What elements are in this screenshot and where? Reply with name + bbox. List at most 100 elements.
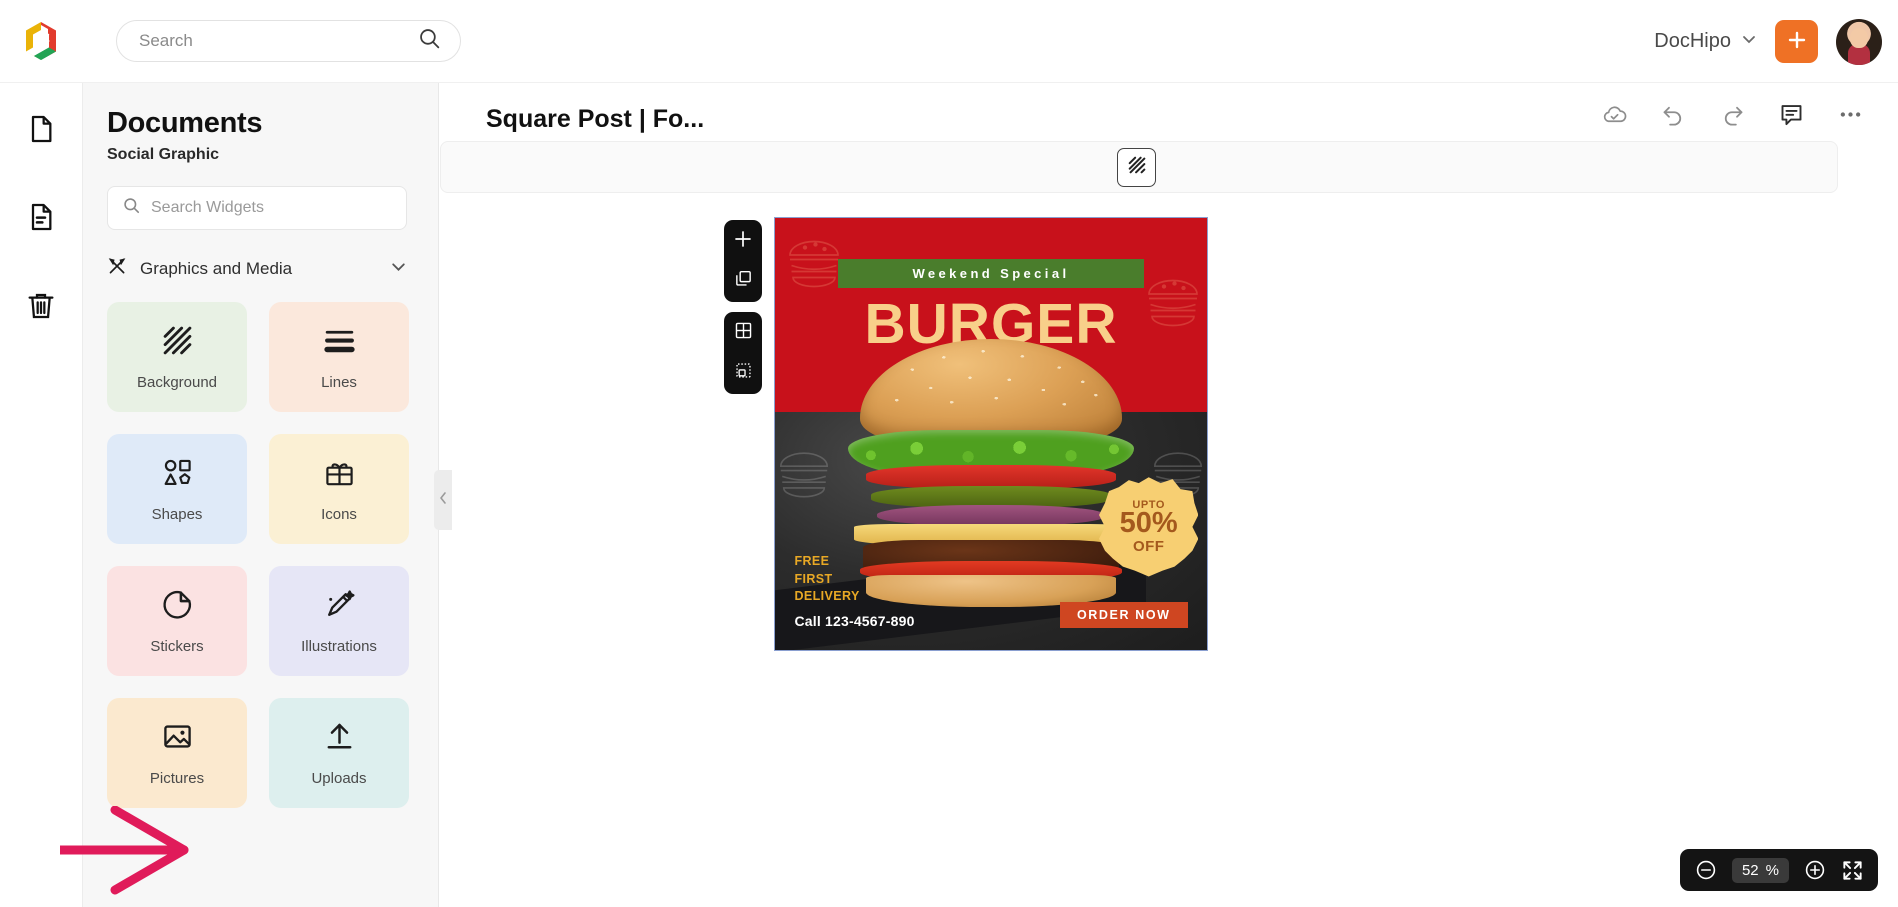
widget-search[interactable] (107, 186, 407, 230)
burger-watermark-icon (780, 452, 828, 498)
trash-icon (25, 289, 57, 326)
context-toolbar (440, 141, 1838, 193)
widget-grid: Background Lines Shapes Icons Stickers I… (107, 302, 409, 808)
widget-tile-label: Stickers (150, 637, 204, 655)
undo-icon[interactable] (1660, 101, 1687, 128)
panel-collapse-handle[interactable] (434, 470, 452, 530)
copy-icon (734, 269, 753, 293)
weekend-special-badge: Weekend Special (837, 259, 1145, 288)
page-title: Documents (107, 107, 263, 139)
widget-tile-stickers[interactable]: Stickers (107, 566, 247, 676)
call-text: Call 123-4567-890 (794, 613, 915, 630)
widget-tile-background[interactable]: Background (107, 302, 247, 412)
fit-to-screen-button[interactable] (1841, 859, 1864, 882)
widget-tile-label: Background (136, 373, 218, 391)
page-tools-group-add (724, 220, 762, 302)
sidebar-item-trash[interactable] (15, 281, 67, 333)
discount-percent: 50% (1119, 507, 1178, 540)
section-graphics-and-media[interactable]: Graphics and Media (107, 256, 407, 282)
chevron-left-icon (438, 491, 448, 510)
zoom-level[interactable]: 52 % (1731, 857, 1789, 883)
hatch-pattern-icon (161, 324, 194, 362)
widget-tile-label: Uploads (311, 769, 367, 787)
delivery-line: DELIVERY (794, 589, 860, 604)
burger-watermark-icon (788, 240, 839, 288)
sidebar-item-documents[interactable] (15, 193, 67, 245)
hatch-pattern-icon (1126, 154, 1148, 181)
widget-tile-uploads[interactable]: Uploads (269, 698, 409, 808)
image-icon (161, 720, 194, 758)
zoom-unit: % (1765, 861, 1779, 879)
page-icon (25, 113, 57, 150)
comment-icon[interactable] (1778, 101, 1805, 128)
document-lines-icon (25, 201, 57, 238)
lines-icon (323, 324, 356, 362)
widget-tile-label: Pictures (149, 769, 205, 787)
grid-icon (734, 321, 753, 345)
widget-tile-label: Illustrations (301, 637, 377, 655)
widget-tile-shapes[interactable]: Shapes (107, 434, 247, 544)
dochipo-logo[interactable] (18, 18, 64, 64)
widget-tile-pictures[interactable]: Pictures (107, 698, 247, 808)
page-tools (724, 220, 762, 394)
badge-text: Weekend Special (912, 265, 1070, 281)
order-now-button[interactable]: ORDER NOW (1059, 602, 1188, 629)
icon-rail (0, 83, 83, 907)
redo-icon[interactable] (1719, 101, 1746, 128)
zoom-in-button[interactable] (1803, 858, 1827, 882)
avatar[interactable] (1836, 18, 1882, 65)
cloud-check-icon[interactable] (1601, 101, 1628, 128)
burger-photo (848, 338, 1134, 607)
search-icon (122, 196, 141, 220)
widget-search-input[interactable] (151, 199, 392, 217)
plus-icon (733, 229, 753, 254)
chevron-down-icon[interactable] (390, 258, 407, 280)
page-tools-group-layout (724, 312, 762, 394)
search-icon (417, 26, 442, 56)
grid-view-button[interactable] (730, 320, 756, 346)
add-page-button[interactable] (730, 228, 756, 254)
canvas-area: Square Post | Fo... Weekend Special BURG… (440, 83, 1898, 907)
zoom-value: 52 (1741, 861, 1759, 879)
widget-tile-label: Lines (321, 373, 357, 391)
account-name: DocHipo (1654, 30, 1731, 52)
shapes-icon (161, 456, 194, 494)
widget-tile-illustrations[interactable]: Illustrations (269, 566, 409, 676)
bun-seeds (859, 338, 1123, 441)
discount-off: OFF (1132, 537, 1165, 555)
panel-subtitle: Social Graphic (107, 146, 220, 163)
zoom-controls: 52 % (1679, 849, 1878, 891)
zoom-out-button[interactable] (1694, 858, 1718, 882)
duplicate-page-button[interactable] (730, 268, 756, 294)
document-actions (1601, 101, 1864, 128)
sidebar-item-blank-page[interactable] (15, 105, 67, 157)
free-delivery-text: FREE FIRST DELIVERY (794, 553, 859, 606)
background-pattern-button[interactable] (1117, 148, 1156, 187)
delivery-line: FREE (794, 553, 830, 568)
chevron-down-icon (1741, 31, 1757, 52)
bun-top (859, 338, 1123, 441)
account-menu[interactable]: DocHipo (1654, 30, 1757, 53)
search-input[interactable] (139, 31, 417, 51)
widget-tile-label: Icons (321, 505, 357, 523)
gift-icon (323, 456, 356, 494)
pen-sparkle-icon (323, 588, 356, 626)
sticker-icon (161, 588, 194, 626)
section-label: Graphics and Media (140, 259, 293, 278)
design-canvas[interactable]: Weekend Special BURGER UPTO 50% OFF FREE… (774, 217, 1208, 651)
select-area-button[interactable] (730, 360, 756, 386)
widget-tile-icons[interactable]: Icons (269, 434, 409, 544)
top-bar-right: DocHipo (1654, 0, 1882, 83)
upload-icon (323, 720, 356, 758)
widget-tile-label: Shapes (151, 505, 203, 523)
global-search[interactable] (116, 20, 461, 62)
tools-icon (107, 256, 128, 282)
more-horizontal-icon[interactable] (1837, 101, 1864, 128)
widget-panel: Documents Social Graphic Graphics and Me… (83, 83, 439, 907)
widget-tile-lines[interactable]: Lines (269, 302, 409, 412)
document-title[interactable]: Square Post | Fo... (486, 105, 704, 134)
dotted-select-icon (734, 361, 753, 385)
app-root: DocHipo (0, 0, 1898, 907)
design-content: Weekend Special BURGER UPTO 50% OFF FREE… (775, 218, 1207, 650)
create-button[interactable] (1775, 20, 1818, 63)
